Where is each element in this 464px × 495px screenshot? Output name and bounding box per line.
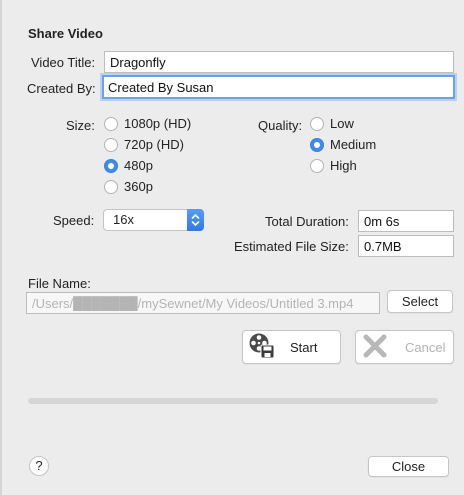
progress-bar	[28, 398, 438, 404]
size-label: Size:	[66, 118, 95, 133]
quality-option-label: High	[330, 158, 357, 173]
cancel-button[interactable]: Cancel	[355, 330, 454, 364]
video-title-label: Video Title:	[31, 55, 96, 70]
cancel-label: Cancel	[405, 339, 446, 355]
window-edge	[0, 0, 2, 495]
size-radio-360p[interactable]: 360p	[104, 179, 153, 194]
estimated-size-label: Estimated File Size:	[234, 239, 349, 254]
radio-button-icon	[104, 137, 118, 152]
size-radio-720p[interactable]: 720p (HD)	[104, 137, 184, 152]
radio-button-selected-icon	[104, 158, 118, 173]
start-label: Start	[290, 339, 318, 355]
start-button[interactable]: Start	[242, 330, 341, 364]
size-option-label: 360p	[124, 179, 153, 194]
up-down-stepper-icon	[187, 209, 204, 231]
film-reel-save-icon	[248, 332, 276, 363]
estimated-size-field	[358, 235, 454, 257]
created-by-label: Created By:	[27, 81, 96, 96]
quality-radio-low[interactable]: Low	[310, 116, 354, 131]
quality-radio-medium[interactable]: Medium	[310, 137, 376, 152]
quality-label: Quality:	[258, 118, 303, 133]
quality-option-label: Medium	[330, 137, 377, 152]
size-option-label: 1080p (HD)	[124, 116, 192, 131]
size-radio-480p[interactable]: 480p	[104, 158, 153, 173]
radio-button-icon	[310, 158, 324, 173]
total-duration-label: Total Duration:	[265, 214, 349, 229]
size-option-label: 720p (HD)	[124, 137, 184, 152]
x-cancel-icon	[361, 332, 389, 363]
quality-option-label: Low	[330, 116, 354, 131]
select-file-button[interactable]: Select	[387, 290, 453, 313]
radio-button-icon	[104, 179, 118, 194]
total-duration-field	[358, 210, 454, 232]
radio-button-icon	[104, 116, 118, 131]
help-button[interactable]: ?	[29, 456, 49, 476]
speed-value: 16x	[113, 212, 134, 227]
file-name-label: File Name:	[28, 276, 91, 291]
file-path-field[interactable]	[26, 292, 380, 314]
quality-radio-high[interactable]: High	[310, 158, 357, 173]
size-radio-1080p[interactable]: 1080p (HD)	[104, 116, 191, 131]
video-title-input[interactable]	[104, 51, 454, 73]
radio-button-icon	[310, 116, 324, 131]
close-button[interactable]: Close	[368, 456, 449, 477]
speed-popup[interactable]: 16x	[103, 209, 204, 231]
dialog-title: Share Video	[28, 26, 103, 41]
radio-button-selected-icon	[310, 137, 324, 152]
size-option-label: 480p	[124, 158, 153, 173]
created-by-input[interactable]	[102, 75, 455, 99]
speed-label: Speed:	[53, 213, 95, 228]
